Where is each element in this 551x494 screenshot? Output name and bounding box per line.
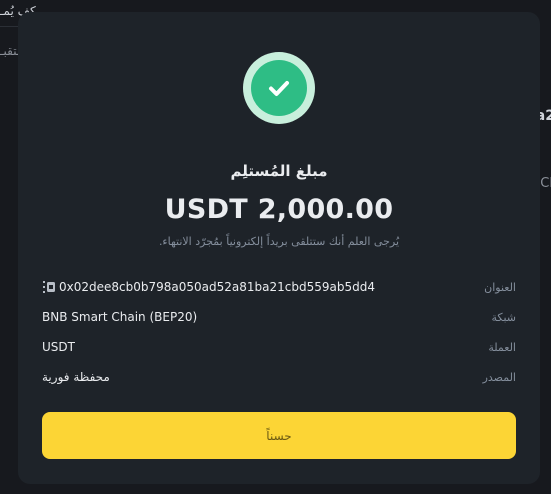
address-value-group: 0x02dee8cb0b798a050ad52a81ba21cbd559ab5d… [42, 280, 375, 294]
copy-icon[interactable] [42, 280, 56, 294]
amount-value: USDT 2,000.00 [164, 194, 394, 225]
check-circle-icon [251, 60, 307, 116]
success-badge [243, 52, 315, 124]
currency-label: العملة [488, 340, 516, 354]
email-note: يُرجى العلم أنك ستتلقى بريداً إلكترونياً… [158, 235, 400, 248]
ok-button[interactable]: حسناً [42, 412, 516, 459]
address-label: العنوان [484, 280, 516, 294]
address-value: 0x02dee8cb0b798a050ad52a81ba21cbd559ab5d… [59, 280, 375, 294]
source-row: محفظة فورية المصدر [42, 367, 516, 387]
network-label: شبكة [491, 310, 516, 324]
background-text: Cl [540, 176, 551, 191]
source-label: المصدر [482, 370, 516, 384]
modal-title: مبلغ المُستلِم [230, 162, 328, 180]
network-value: BNB Smart Chain (BEP20) [42, 310, 198, 324]
receipt-modal: مبلغ المُستلِم USDT 2,000.00 يُرجى العلم… [18, 12, 540, 484]
currency-value: USDT [42, 340, 75, 354]
network-row: BNB Smart Chain (BEP20) شبكة [42, 307, 516, 327]
currency-row: USDT العملة [42, 337, 516, 357]
address-row: 0x02dee8cb0b798a050ad52a81ba21cbd559ab5d… [42, 277, 516, 297]
source-value: محفظة فورية [42, 370, 110, 384]
